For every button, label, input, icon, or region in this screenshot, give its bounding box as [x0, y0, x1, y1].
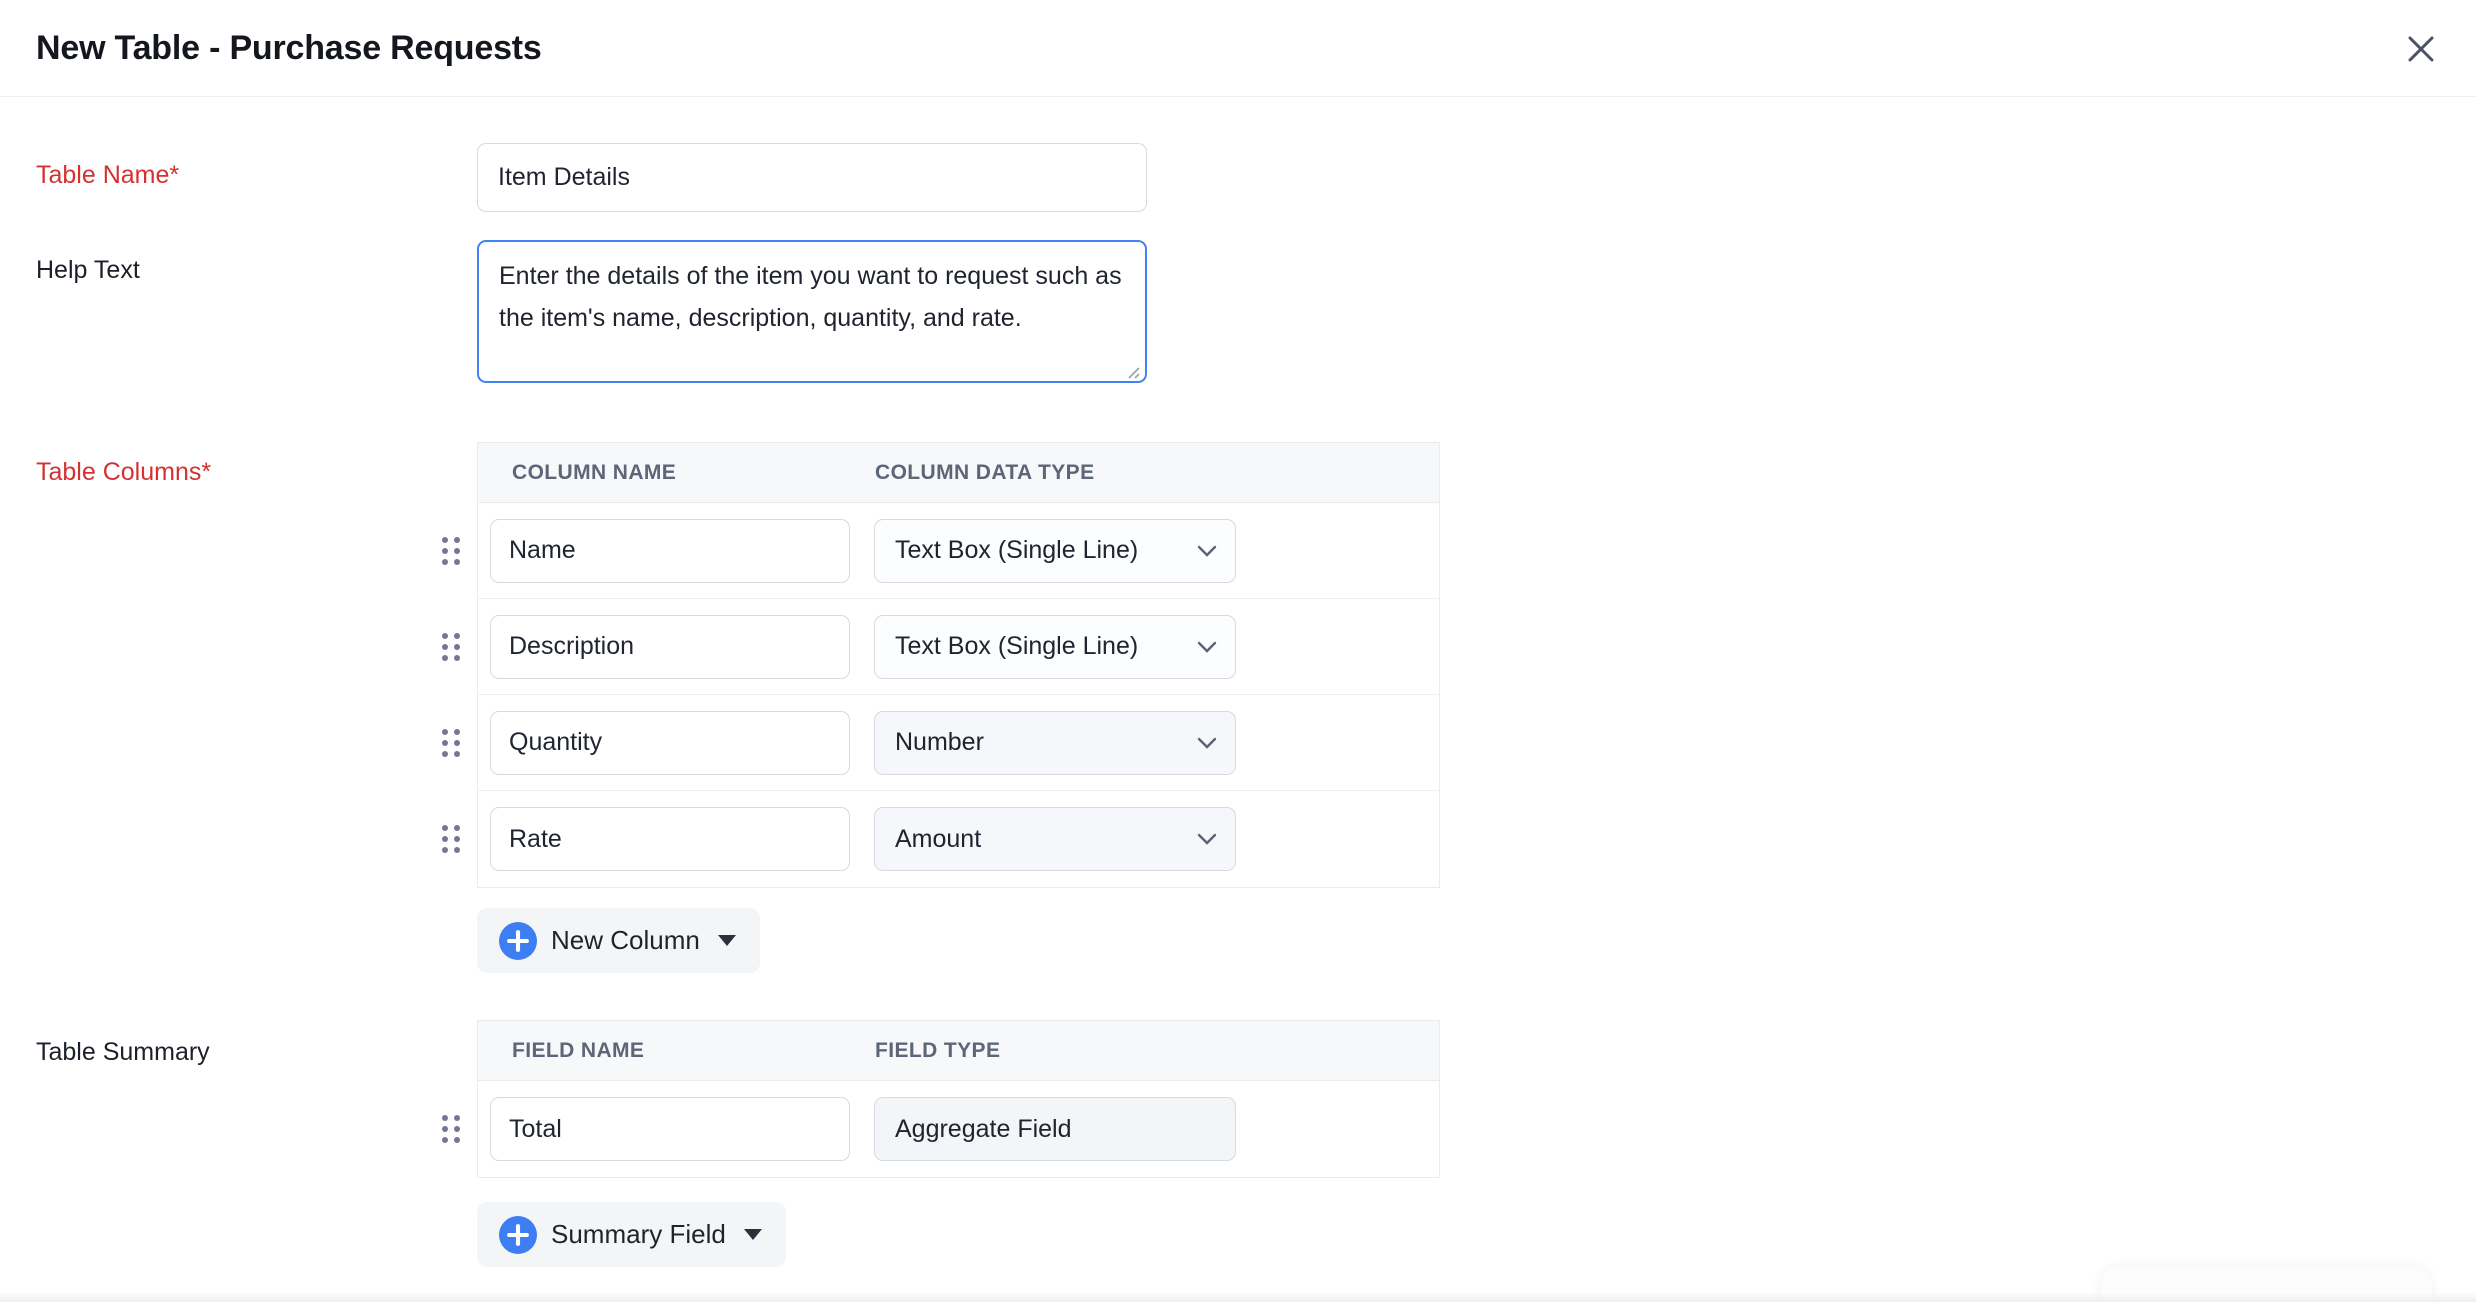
table-summary-row: Table Summary FIELD NAME FIELD TYPE Aggr…	[36, 1020, 2476, 1178]
column-name-input[interactable]	[490, 518, 850, 583]
column-name-input[interactable]	[490, 710, 850, 775]
column-data-type-select[interactable]: Text Box (Single Line)	[874, 518, 1236, 583]
new-column-button-label: New Column	[551, 925, 700, 955]
dialog-body: Table Name* Help Text Enter the details …	[0, 143, 2476, 1267]
column-data-type-select[interactable]: Text Box (Single Line)	[874, 614, 1236, 679]
column-name-input[interactable]	[490, 807, 850, 871]
table-columns-grid: COLUMN NAME COLUMN DATA TYPE Text Box (S…	[442, 442, 1440, 888]
help-text-label: Help Text	[36, 256, 140, 284]
chevron-down-icon	[1197, 545, 1217, 557]
summary-field-button[interactable]: Summary Field	[477, 1202, 786, 1267]
plus-icon	[499, 921, 537, 960]
table-row: Text Box (Single Line)	[442, 599, 1439, 695]
column-data-type-select[interactable]: Number	[874, 710, 1236, 775]
table-name-label: Table Name*	[36, 161, 180, 189]
summary-field-button-label: Summary Field	[551, 1219, 726, 1249]
caret-down-icon	[743, 1229, 762, 1240]
table-row: Text Box (Single Line)	[442, 503, 1439, 599]
field-type-box[interactable]: Aggregate Field	[874, 1097, 1236, 1161]
selected-data-type: Number	[895, 728, 984, 756]
resize-grip-icon[interactable]	[1125, 364, 1141, 380]
dialog-title: New Table - Purchase Requests	[36, 28, 542, 67]
summary-row: Aggregate Field	[442, 1081, 1439, 1177]
selected-data-type: Text Box (Single Line)	[895, 536, 1139, 564]
column-data-type-header: COLUMN DATA TYPE	[875, 460, 1095, 484]
plus-icon	[499, 1215, 537, 1254]
table-summary-label: Table Summary	[36, 1038, 210, 1066]
table-columns-label: Table Columns*	[36, 458, 212, 486]
table-summary-header: FIELD NAME FIELD TYPE	[478, 1021, 1439, 1081]
field-type-value: Aggregate Field	[895, 1114, 1072, 1143]
table-row: Number	[442, 695, 1439, 791]
field-type-header: FIELD TYPE	[875, 1038, 1001, 1062]
column-name-header: COLUMN NAME	[512, 460, 677, 484]
drag-handle-icon[interactable]	[438, 629, 464, 665]
drag-handle-icon[interactable]	[438, 1111, 464, 1147]
help-text-textarea[interactable]: Enter the details of the item you want t…	[477, 240, 1147, 383]
field-name-header: FIELD NAME	[512, 1038, 645, 1062]
new-table-dialog: New Table - Purchase Requests Table Name…	[0, 0, 2476, 1302]
drag-handle-icon[interactable]	[438, 725, 464, 761]
drag-handle-icon[interactable]	[438, 533, 464, 569]
selected-data-type: Text Box (Single Line)	[895, 632, 1139, 660]
close-icon	[2408, 36, 2434, 62]
table-row: Amount	[442, 791, 1439, 887]
table-summary-grid: FIELD NAME FIELD TYPE Aggregate Field	[442, 1020, 1440, 1178]
column-name-input[interactable]	[490, 614, 850, 679]
new-column-button[interactable]: New Column	[477, 908, 760, 973]
field-name-input[interactable]	[490, 1097, 850, 1161]
caret-down-icon	[717, 935, 736, 946]
selected-data-type: Amount	[895, 824, 982, 853]
chevron-down-icon	[1197, 833, 1217, 845]
table-columns-header: COLUMN NAME COLUMN DATA TYPE	[478, 443, 1439, 503]
column-data-type-select[interactable]: Amount	[874, 807, 1236, 871]
help-text-row: Help Text Enter the details of the item …	[36, 240, 2476, 388]
chevron-down-icon	[1197, 641, 1217, 653]
chevron-down-icon	[1197, 737, 1217, 749]
footer-divider	[0, 1292, 2476, 1302]
drag-handle-icon[interactable]	[438, 821, 464, 857]
table-name-input[interactable]	[477, 143, 1147, 212]
table-name-label-col: Table Name*	[36, 143, 477, 212]
dialog-header: New Table - Purchase Requests	[0, 0, 2476, 97]
table-name-row: Table Name*	[36, 143, 2476, 212]
close-button[interactable]	[2400, 28, 2442, 70]
table-columns-row: Table Columns* COLUMN NAME COLUMN DATA T…	[36, 442, 2476, 888]
